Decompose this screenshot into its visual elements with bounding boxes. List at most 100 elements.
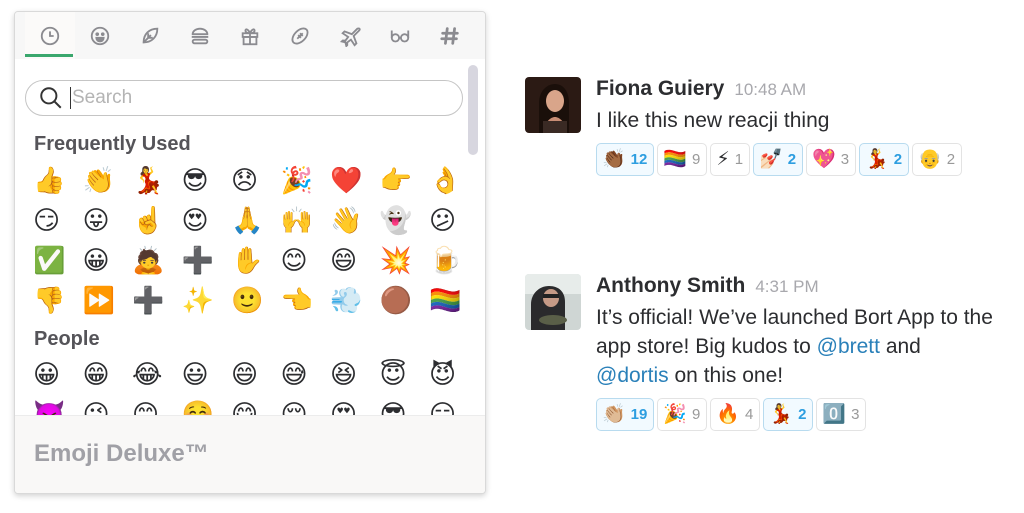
emoji-button[interactable]: 😄 xyxy=(327,241,377,281)
emoji-button[interactable]: ✨ xyxy=(179,281,229,321)
emoji-button[interactable]: 😉 xyxy=(80,395,130,415)
emoji-button[interactable]: 💃 xyxy=(129,161,179,201)
emoji-button[interactable]: 🟤 xyxy=(377,281,427,321)
emoji-button[interactable]: ☺️ xyxy=(179,395,229,415)
reaction-emoji: 🏳️‍🌈 xyxy=(663,148,688,170)
reaction-button[interactable]: 💖 3 xyxy=(806,143,857,176)
reaction-button[interactable]: 0️⃣ 3 xyxy=(816,398,867,431)
emoji-button[interactable]: 😆 xyxy=(327,355,377,395)
user-mention[interactable]: @dortis xyxy=(596,364,669,387)
football-icon xyxy=(291,27,309,44)
emoji-button[interactable]: 👏 xyxy=(80,161,130,201)
reaction-button[interactable]: 💃 2 xyxy=(763,398,814,431)
emoji-button[interactable]: 😊 xyxy=(129,395,179,415)
emoji-button[interactable]: 😌 xyxy=(278,395,328,415)
emoji-button[interactable]: 😛 xyxy=(80,201,130,241)
emoji-button[interactable]: ✋ xyxy=(228,241,278,281)
reaction-button[interactable]: 💃 2 xyxy=(859,143,910,176)
tab-travel[interactable] xyxy=(325,12,375,59)
reaction-button[interactable]: 👏🏾 12 xyxy=(596,143,655,176)
reaction-button[interactable]: 👏🏼 19 xyxy=(596,398,655,431)
emoji-button[interactable]: 😂 xyxy=(129,355,179,395)
tab-custom[interactable] xyxy=(425,12,475,59)
emoji-button[interactable]: 🏳️‍🌈 xyxy=(426,281,476,321)
search-input[interactable] xyxy=(72,87,412,109)
emoji-button[interactable]: ❤️ xyxy=(327,161,377,201)
timestamp[interactable]: 4:31 PM xyxy=(755,277,818,297)
user-mention[interactable]: @brett xyxy=(817,335,880,358)
emoji-button[interactable]: 👌 xyxy=(426,161,476,201)
tab-food[interactable] xyxy=(175,12,225,59)
emoji-button[interactable]: 🙏 xyxy=(228,201,278,241)
tab-objects[interactable] xyxy=(375,12,425,59)
emoji-button[interactable]: 😍 xyxy=(327,395,377,415)
tab-activity[interactable] xyxy=(275,12,325,59)
tab-people[interactable] xyxy=(75,12,125,59)
emoji-button[interactable]: 👉 xyxy=(377,161,427,201)
reaction-button[interactable]: 🏳️‍🌈 9 xyxy=(657,143,708,176)
emoji-button[interactable]: 😈 xyxy=(426,355,476,395)
emoji-button[interactable]: 😏 xyxy=(426,395,476,415)
emoji-button[interactable]: 😀 xyxy=(80,241,130,281)
emoji-button[interactable]: ⏩ xyxy=(80,281,130,321)
picker-footer: Emoji Deluxe™ xyxy=(15,415,485,493)
tab-recent[interactable] xyxy=(25,12,75,59)
reaction-button[interactable]: 🎉 9 xyxy=(657,398,708,431)
tab-celebration[interactable] xyxy=(225,12,275,59)
reaction-count: 2 xyxy=(893,151,903,168)
reaction-button[interactable]: ⚡ 1 xyxy=(710,143,751,176)
avatar[interactable] xyxy=(525,274,581,330)
reaction-emoji: 💅🏻 xyxy=(759,148,783,170)
emoji-button[interactable]: 💨 xyxy=(327,281,377,321)
author-name[interactable]: Fiona Guiery xyxy=(596,77,724,101)
emoji-button[interactable]: 😎 xyxy=(377,395,427,415)
emoji-button[interactable]: 🍺 xyxy=(426,241,476,281)
emoji-button[interactable]: 👋 xyxy=(327,201,377,241)
author-name[interactable]: Anthony Smith xyxy=(596,274,745,298)
reaction-button[interactable]: 👴 2 xyxy=(912,143,963,176)
emoji-button[interactable]: 👈 xyxy=(278,281,328,321)
emoji-button[interactable]: 🙇 xyxy=(129,241,179,281)
emoji-button[interactable]: 😅 xyxy=(278,355,328,395)
scrollbar[interactable] xyxy=(468,65,478,155)
emoji-button[interactable]: 😀 xyxy=(30,355,80,395)
emoji-button[interactable]: 😁 xyxy=(80,355,130,395)
emoji-button[interactable]: ➕ xyxy=(179,241,229,281)
emoji-button[interactable]: ➕ xyxy=(129,281,179,321)
emoji-button[interactable]: 😋 xyxy=(228,395,278,415)
emoji-button[interactable]: 😞 xyxy=(228,161,278,201)
emoji-search[interactable] xyxy=(25,80,463,116)
emoji-button[interactable]: 🙌 xyxy=(278,201,328,241)
reaction-button[interactable]: 🔥 4 xyxy=(710,398,761,431)
emoji-button[interactable]: 😎 xyxy=(179,161,229,201)
emoji-button[interactable]: 👎 xyxy=(30,281,80,321)
reaction-count: 12 xyxy=(630,151,648,168)
emoji-button[interactable]: 🎉 xyxy=(278,161,328,201)
emoji-button[interactable]: 👿 xyxy=(30,395,80,415)
emoji-button[interactable]: 😊 xyxy=(278,241,328,281)
emoji-button[interactable]: 💥 xyxy=(377,241,427,281)
emoji-button[interactable]: 😇 xyxy=(377,355,427,395)
emoji-button[interactable]: 👻 xyxy=(377,201,427,241)
emoji-button[interactable]: 😕 xyxy=(426,201,476,241)
message-text: I like this new reacji thing xyxy=(596,109,830,132)
reaction-bar: 👏🏼 19 🎉 9 🔥 4 💃 2 0️⃣ 3 xyxy=(596,398,996,431)
message-text-segment: and xyxy=(879,335,921,358)
emoji-button[interactable]: ☝️ xyxy=(129,201,179,241)
emoji-button[interactable]: 🙂 xyxy=(228,281,278,321)
emoji-button[interactable]: ✅ xyxy=(30,241,80,281)
reaction-emoji: 💖 xyxy=(812,148,836,170)
tab-nature[interactable] xyxy=(125,12,175,59)
reaction-button[interactable]: 💅🏻 2 xyxy=(753,143,804,176)
emoji-button[interactable]: 👍 xyxy=(30,161,80,201)
emoji-picker: Frequently Used 👍👏💃😎😞🎉❤️👉👌😏😛☝️😍🙏🙌👋👻😕✅😀🙇➕… xyxy=(14,11,486,494)
emoji-button[interactable]: 😏 xyxy=(30,201,80,241)
avatar[interactable] xyxy=(525,77,581,133)
message-text-segment: on this one! xyxy=(668,364,784,387)
timestamp[interactable]: 10:48 AM xyxy=(734,80,806,100)
emoji-button[interactable]: 😃 xyxy=(179,355,229,395)
emoji-button[interactable]: 😄 xyxy=(228,355,278,395)
footer-title: Emoji Deluxe™ xyxy=(34,440,209,467)
burger-icon xyxy=(191,27,209,44)
emoji-button[interactable]: 😍 xyxy=(179,201,229,241)
